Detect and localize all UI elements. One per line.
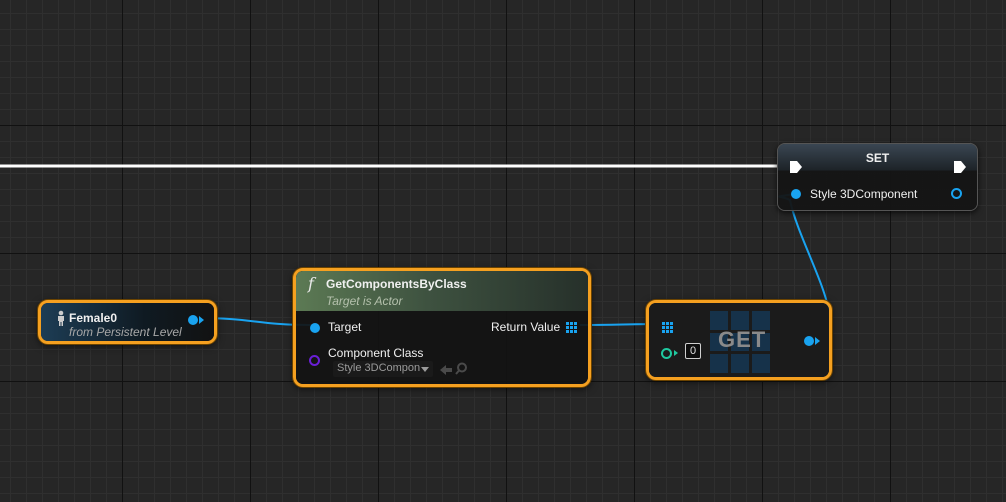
get-index-field[interactable]: 0 — [685, 343, 701, 359]
target-label: Target — [328, 320, 362, 334]
set-variable-label: Style 3DComponent — [810, 187, 918, 201]
get-index-arrow — [674, 350, 678, 356]
chevron-down-icon — [421, 367, 429, 372]
set-node[interactable]: SET Style 3DComponent — [777, 143, 978, 211]
blueprint-graph-canvas[interactable]: SET Style 3DComponent Female0 from Persi… — [0, 0, 1006, 502]
set-style-3dcomponent-input-pin[interactable] — [791, 189, 801, 199]
get-index-value: 0 — [690, 345, 697, 357]
get-output-arrow — [815, 337, 820, 345]
set-node-title: SET — [865, 151, 890, 165]
get-index-input-pin[interactable] — [661, 348, 672, 359]
get-components-title: GetComponentsByClass — [326, 277, 467, 291]
person-icon — [57, 310, 65, 326]
wires-layer — [0, 164, 831, 340]
get-node-title: GET — [718, 327, 767, 352]
female0-reference-node[interactable]: Female0 from Persistent Level — [38, 300, 217, 344]
female0-subtitle: from Persistent Level — [69, 325, 182, 339]
set-style-3dcomponent-output-pin[interactable] — [951, 188, 962, 199]
female0-output-pin[interactable] — [188, 315, 198, 325]
female0-output-arrow — [199, 316, 204, 324]
get-array-input-pin[interactable] — [662, 322, 673, 333]
component-class-value: Style 3DCompon — [337, 362, 421, 374]
get-components-subtitle: Target is Actor — [326, 294, 403, 308]
get-output-pin[interactable] — [804, 336, 814, 346]
target-input-pin[interactable] — [310, 323, 320, 333]
female0-title: Female0 — [69, 311, 118, 325]
return-value-array-pin[interactable] — [566, 322, 577, 333]
component-class-dropdown[interactable]: Style 3DCompon — [333, 361, 433, 377]
arrow-left-icon[interactable] — [440, 363, 452, 375]
get-components-by-class-node[interactable]: f GetComponentsByClass Target is Actor T… — [293, 268, 591, 387]
array-get-node[interactable]: GET 0 — [646, 300, 832, 380]
function-icon: f — [308, 274, 314, 293]
return-value-label: Return Value — [491, 320, 561, 334]
search-icon[interactable] — [455, 362, 468, 375]
component-class-label: Component Class — [328, 346, 424, 360]
component-class-input-pin[interactable] — [309, 355, 320, 366]
